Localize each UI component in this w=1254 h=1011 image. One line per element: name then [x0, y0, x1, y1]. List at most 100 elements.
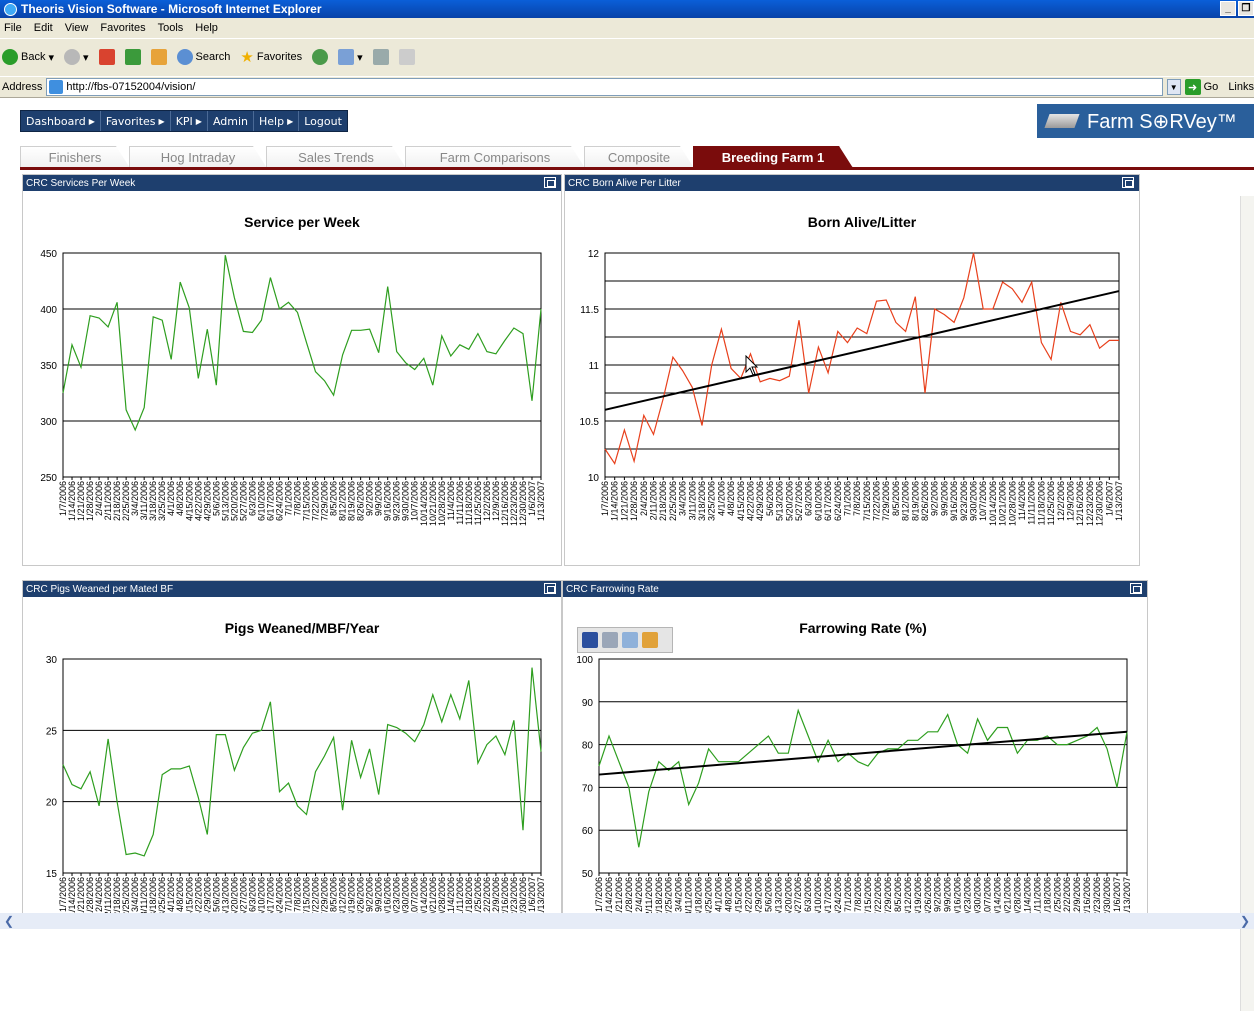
x-tick-label: 2/4/2006 [639, 481, 649, 516]
forward-button[interactable]: ▾ [64, 49, 89, 65]
x-tick-label: 7/1/2006 [843, 877, 853, 912]
address-label: Address [2, 81, 43, 93]
y-tick-label: 250 [40, 473, 57, 484]
nav-admin[interactable]: Admin [208, 111, 255, 131]
history-button[interactable] [312, 49, 329, 65]
chart-service-per-week: Service per Week2503003504004501/7/2006 1… [40, 214, 546, 526]
nav-favorites[interactable]: Favorites ▶ [101, 111, 171, 131]
x-tick-label: 10/21/2006 [1002, 877, 1012, 913]
y-tick-label: 60 [582, 826, 594, 837]
x-tick-label: 10/7/2006 [983, 877, 993, 913]
menu-tools[interactable]: Tools [158, 22, 184, 34]
x-tick-label: 3/18/2006 [697, 481, 707, 521]
tab-farm-comparisons[interactable]: Farm Comparisons [405, 146, 585, 168]
scroll-right-icon[interactable]: ❯ [1240, 914, 1250, 928]
x-tick-label: 4/1/2006 [714, 877, 724, 912]
menu-help[interactable]: Help [195, 22, 218, 34]
history-icon [312, 49, 329, 65]
x-tick-label: 5/27/2006 [793, 877, 803, 913]
menu-edit[interactable]: Edit [34, 22, 53, 34]
maximize-icon[interactable] [544, 583, 556, 594]
x-tick-label: 7/15/2006 [863, 877, 873, 913]
x-tick-label: 10/28/2006 [1007, 481, 1017, 526]
url-input[interactable]: http://fbs-07152004/vision/ [46, 78, 1163, 96]
menu-view[interactable]: View [65, 22, 89, 34]
tab-hog-intraday[interactable]: Hog Intraday [129, 146, 267, 168]
tab-underline [20, 167, 1254, 170]
print-icon [372, 49, 389, 65]
x-tick-label: 12/9/2006 [1072, 877, 1082, 913]
y-tick-label: 80 [582, 741, 594, 752]
go-button[interactable]: ➜ Go [1184, 79, 1218, 95]
save-icon[interactable] [582, 632, 598, 648]
x-tick-label: 2/18/2006 [654, 877, 664, 913]
x-tick-label: 9/9/2006 [939, 481, 949, 516]
menu-file[interactable]: File [4, 22, 22, 34]
y-tick-label: 11.5 [580, 305, 599, 316]
email-icon[interactable] [622, 632, 638, 648]
mail-button[interactable]: ▾ [338, 49, 363, 65]
forward-arrow-icon [64, 49, 80, 65]
vertical-scrollbar[interactable] [1240, 196, 1254, 1011]
x-tick-label: 5/13/2006 [773, 877, 783, 913]
nav-help[interactable]: Help ▶ [254, 111, 300, 131]
chart-title: Service per Week [244, 214, 360, 230]
maximize-icon[interactable] [1122, 177, 1134, 188]
tab-breeding-farm-1[interactable]: Breeding Farm 1 [693, 146, 853, 168]
x-tick-label: 7/8/2006 [852, 481, 862, 516]
maximize-icon[interactable] [544, 177, 556, 188]
stop-button[interactable] [98, 49, 115, 65]
y-tick-label: 25 [46, 726, 58, 737]
nav-kpi[interactable]: KPI ▶ [171, 111, 208, 131]
x-tick-label: 7/29/2006 [881, 481, 891, 521]
x-tick-label: 3/11/2006 [687, 481, 697, 520]
x-tick-label: 8/26/2006 [923, 877, 933, 913]
caret-right-icon: ▶ [158, 116, 165, 126]
maximize-icon[interactable] [1130, 583, 1142, 594]
x-tick-label: 4/8/2006 [724, 877, 734, 912]
refresh-button[interactable] [124, 49, 141, 65]
nav-logout[interactable]: Logout [299, 111, 347, 131]
series-line [604, 252, 1119, 466]
x-tick-label: 6/24/2006 [833, 877, 843, 913]
y-tick-label: 400 [40, 305, 57, 316]
tab-composite[interactable]: Composite [584, 146, 694, 168]
mail-icon [338, 49, 355, 65]
tab-sales-trends[interactable]: Sales Trends [266, 146, 406, 168]
search-button[interactable]: Search [176, 49, 230, 65]
panel-farrowing-rate: CRC Farrowing Rate Farrowing Rate (%) 50 6… [562, 580, 1148, 914]
back-button[interactable]: Back ▾ [2, 49, 54, 65]
x-tick-label: 5/6/2006 [765, 481, 775, 516]
x-tick-label: 1/13/2007 [536, 877, 546, 913]
x-tick-label: 10/14/2006 [988, 481, 998, 526]
x-tick-label: 9/2/2006 [930, 481, 940, 516]
horizontal-scrollbar[interactable]: ❮ ❯ [0, 913, 1254, 929]
address-dropdown-button[interactable]: ▼ [1166, 79, 1181, 95]
x-tick-label: 1/6/2007 [1112, 877, 1122, 912]
menu-favorites[interactable]: Favorites [100, 22, 145, 34]
export-icon[interactable] [642, 632, 658, 648]
x-tick-label: 5/20/2006 [783, 877, 793, 913]
refresh-icon [124, 49, 141, 65]
minimize-button[interactable]: _ [1220, 1, 1236, 16]
x-tick-label: 11/18/2006 [1042, 877, 1052, 913]
favorites-button[interactable]: ★ Favorites [240, 48, 302, 66]
links-label[interactable]: Links [1228, 81, 1254, 93]
tab-finishers[interactable]: Finishers [20, 146, 130, 168]
x-tick-label: 12/9/2006 [1066, 481, 1076, 521]
x-tick-label: 7/22/2006 [872, 481, 882, 521]
home-button[interactable] [150, 49, 167, 65]
y-tick-label: 100 [576, 655, 593, 666]
scroll-left-icon[interactable]: ❮ [4, 914, 14, 928]
x-tick-label: 10/14/2006 [992, 877, 1002, 913]
page-icon [49, 80, 64, 94]
edit-button[interactable] [398, 49, 415, 65]
restore-button[interactable]: ❐ [1238, 1, 1254, 16]
print-button[interactable] [372, 49, 389, 65]
x-tick-label: 9/30/2006 [973, 877, 983, 913]
x-tick-label: 8/5/2006 [891, 481, 901, 516]
print-icon[interactable] [602, 632, 618, 648]
nav-dashboard[interactable]: Dashboard ▶ [21, 111, 101, 131]
x-tick-label: 2/18/2006 [658, 481, 668, 521]
x-tick-label: 4/22/2006 [745, 481, 755, 521]
